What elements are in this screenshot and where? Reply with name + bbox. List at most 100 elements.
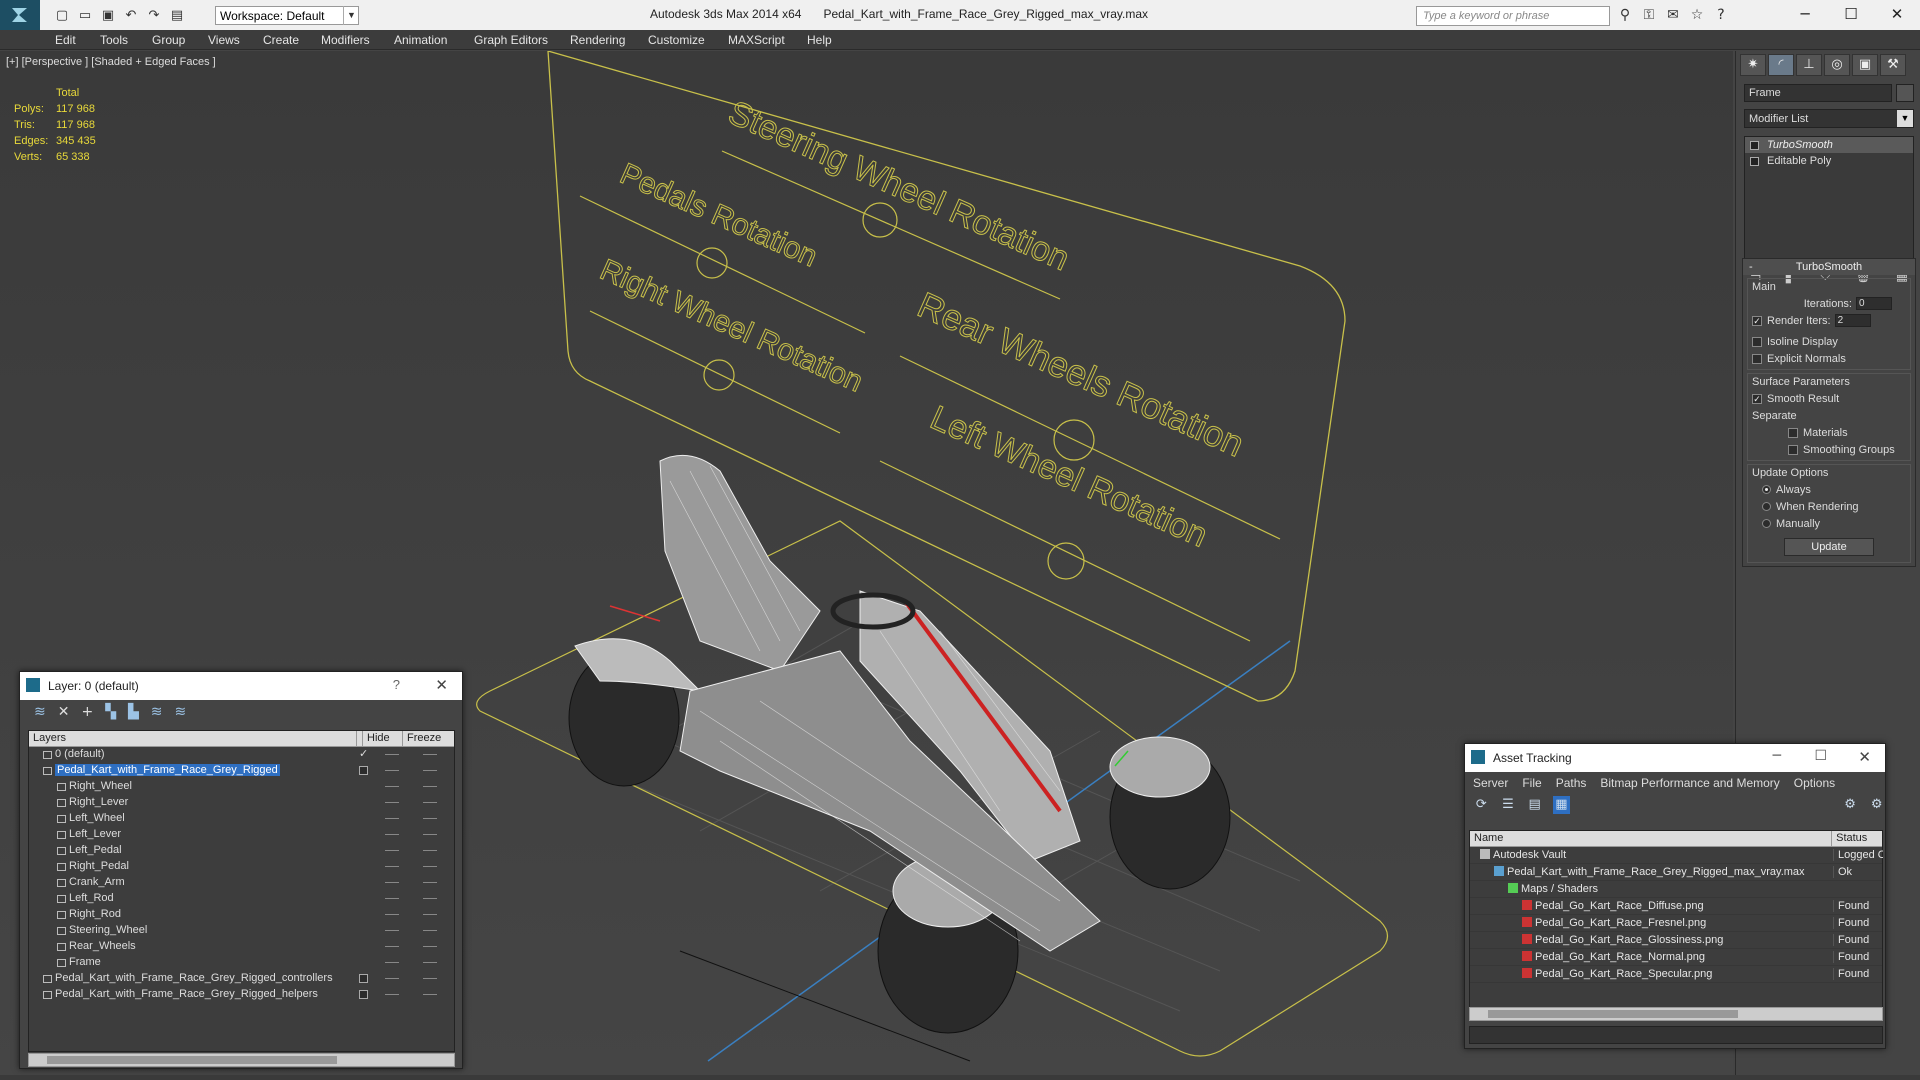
- hide-toggle[interactable]: [385, 802, 399, 803]
- asset-row[interactable]: Autodesk Vault Logged Out: [1470, 847, 1883, 864]
- hide-toggle[interactable]: [385, 898, 399, 899]
- hide-toggle[interactable]: [385, 930, 399, 931]
- search-input[interactable]: Type a keyword or phrase: [1416, 6, 1610, 26]
- hide-toggle[interactable]: [385, 754, 399, 755]
- layer-row[interactable]: Pedal_Kart_with_Frame_Race_Grey_Rigged_c…: [29, 971, 454, 987]
- menu-rendering[interactable]: Rendering: [570, 33, 625, 47]
- freeze-toggle[interactable]: [423, 786, 437, 787]
- freeze-toggle[interactable]: [423, 978, 437, 979]
- menu-tools[interactable]: Tools: [100, 33, 128, 47]
- select-in-layer-icon[interactable]: ▚: [105, 704, 116, 726]
- layer-row[interactable]: Right_Rod: [29, 907, 454, 923]
- menu-create[interactable]: Create: [263, 33, 299, 47]
- layer-horizontal-scrollbar[interactable]: [28, 1053, 455, 1067]
- layer-row[interactable]: Left_Pedal: [29, 843, 454, 859]
- workspace-dropdown[interactable]: Workspace: Default: [215, 6, 359, 25]
- object-name-field[interactable]: Frame: [1744, 84, 1892, 102]
- save-file-icon[interactable]: ▣: [98, 5, 118, 25]
- delete-layer-icon[interactable]: ✕: [58, 704, 70, 726]
- hide-toggle[interactable]: [385, 914, 399, 915]
- materials-checkbox[interactable]: [1788, 427, 1798, 438]
- modifier-list-dropdown[interactable]: Modifier List ▼: [1744, 109, 1914, 128]
- explicit-normals-checkbox[interactable]: [1752, 353, 1762, 364]
- maximize-icon[interactable]: ☐: [1814, 748, 1827, 764]
- layer-row[interactable]: 0 (default) ✓: [29, 747, 454, 763]
- menu-customize[interactable]: Customize: [648, 33, 705, 47]
- layer-row[interactable]: Left_Lever: [29, 827, 454, 843]
- thumbnail-view-icon[interactable]: ▤: [1526, 796, 1543, 814]
- freeze-toggle[interactable]: [423, 930, 437, 931]
- manually-radio[interactable]: [1762, 519, 1771, 528]
- hide-toggle[interactable]: [385, 866, 399, 867]
- hide-toggle[interactable]: [385, 786, 399, 787]
- close-icon[interactable]: ✕: [435, 676, 448, 694]
- close-icon[interactable]: ✕: [1858, 748, 1871, 766]
- freeze-toggle[interactable]: [423, 866, 437, 867]
- close-icon[interactable]: ✕: [1874, 0, 1920, 28]
- render-iters-checkbox[interactable]: ✓: [1752, 315, 1762, 326]
- modify-tab-icon[interactable]: ◜: [1768, 54, 1794, 76]
- hide-toggle[interactable]: [385, 770, 399, 771]
- freeze-all-layers-icon[interactable]: ≋: [175, 704, 187, 726]
- isoline-checkbox[interactable]: [1752, 336, 1762, 347]
- freeze-toggle[interactable]: [423, 770, 437, 771]
- freeze-toggle[interactable]: [423, 850, 437, 851]
- menu-help[interactable]: Help: [807, 33, 832, 47]
- asset-row[interactable]: Pedal_Go_Kart_Race_Specular.png Found: [1470, 966, 1882, 983]
- menu-animation[interactable]: Animation: [394, 33, 447, 47]
- menu-bitmap-performance[interactable]: Bitmap Performance and Memory: [1600, 776, 1779, 792]
- dialog-title-bar[interactable]: Asset Tracking ─ ☐ ✕: [1465, 744, 1885, 772]
- layer-row[interactable]: Steering_Wheel: [29, 923, 454, 939]
- expand-icon[interactable]: [1750, 157, 1759, 166]
- col-hide[interactable]: Hide: [363, 731, 403, 746]
- smooth-result-checkbox[interactable]: ✓: [1752, 393, 1762, 404]
- display-tab-icon[interactable]: ▣: [1852, 54, 1878, 76]
- menu-graph-editors[interactable]: Graph Editors: [474, 33, 548, 47]
- list-view-icon[interactable]: ☰: [1500, 796, 1517, 814]
- help-button[interactable]: ?: [393, 677, 400, 692]
- freeze-toggle[interactable]: [423, 914, 437, 915]
- active-layer-check-icon[interactable]: ✓: [359, 747, 368, 760]
- layer-row[interactable]: Right_Wheel: [29, 779, 454, 795]
- menu-maxscript[interactable]: MAXScript: [728, 33, 785, 47]
- current-layer-checkbox[interactable]: [359, 990, 368, 999]
- rollout-header[interactable]: - TurboSmooth: [1743, 259, 1915, 275]
- menu-paths[interactable]: Paths: [1556, 776, 1587, 792]
- layer-row[interactable]: Crank_Arm: [29, 875, 454, 891]
- freeze-toggle[interactable]: [423, 834, 437, 835]
- new-file-icon[interactable]: ▢: [52, 5, 72, 25]
- col-name[interactable]: Name: [1470, 831, 1833, 846]
- col-freeze[interactable]: Freeze: [403, 731, 443, 746]
- asset-row[interactable]: Pedal_Kart_with_Frame_Race_Grey_Rigged_m…: [1470, 864, 1882, 881]
- vault-login-icon[interactable]: ⚙: [1842, 796, 1859, 814]
- smoothing-groups-checkbox[interactable]: [1788, 444, 1798, 455]
- create-tab-icon[interactable]: ✷: [1740, 54, 1766, 76]
- freeze-toggle[interactable]: [423, 994, 437, 995]
- hierarchy-tab-icon[interactable]: ⊥: [1796, 54, 1822, 76]
- subscription-icon[interactable]: ⚿: [1640, 6, 1658, 24]
- add-to-layer-icon[interactable]: +: [81, 704, 93, 726]
- layer-row[interactable]: Frame: [29, 955, 454, 971]
- menu-options[interactable]: Options: [1794, 776, 1835, 792]
- render-iters-spinner[interactable]: 2: [1834, 314, 1871, 327]
- iterations-spinner[interactable]: 0: [1856, 297, 1892, 310]
- project-folder-icon[interactable]: ▤: [167, 5, 187, 25]
- menu-group[interactable]: Group: [152, 33, 185, 47]
- viewport-label[interactable]: [+] [Perspective ] [Shaded + Edged Faces…: [6, 56, 216, 68]
- col-status[interactable]: Status: [1832, 831, 1882, 846]
- menu-file[interactable]: File: [1522, 776, 1541, 792]
- layer-row[interactable]: Pedal_Kart_with_Frame_Race_Grey_Rigged: [29, 763, 454, 779]
- freeze-toggle[interactable]: [423, 962, 437, 963]
- asset-path-field[interactable]: [1469, 1026, 1883, 1044]
- create-layer-icon[interactable]: ≋: [34, 704, 46, 726]
- layer-row[interactable]: Left_Wheel: [29, 811, 454, 827]
- hide-toggle[interactable]: [385, 834, 399, 835]
- minimize-icon[interactable]: ─: [1773, 748, 1781, 764]
- hide-all-layers-icon[interactable]: ≋: [151, 704, 163, 726]
- menu-views[interactable]: Views: [208, 33, 240, 47]
- stack-item-turbosmooth[interactable]: TurboSmooth: [1745, 137, 1913, 153]
- pedal-kart-model[interactable]: [568, 454, 1231, 1034]
- when-rendering-radio[interactable]: [1762, 502, 1771, 511]
- menu-edit[interactable]: Edit: [55, 33, 76, 47]
- asset-row[interactable]: Pedal_Go_Kart_Race_Glossiness.png Found: [1470, 932, 1882, 949]
